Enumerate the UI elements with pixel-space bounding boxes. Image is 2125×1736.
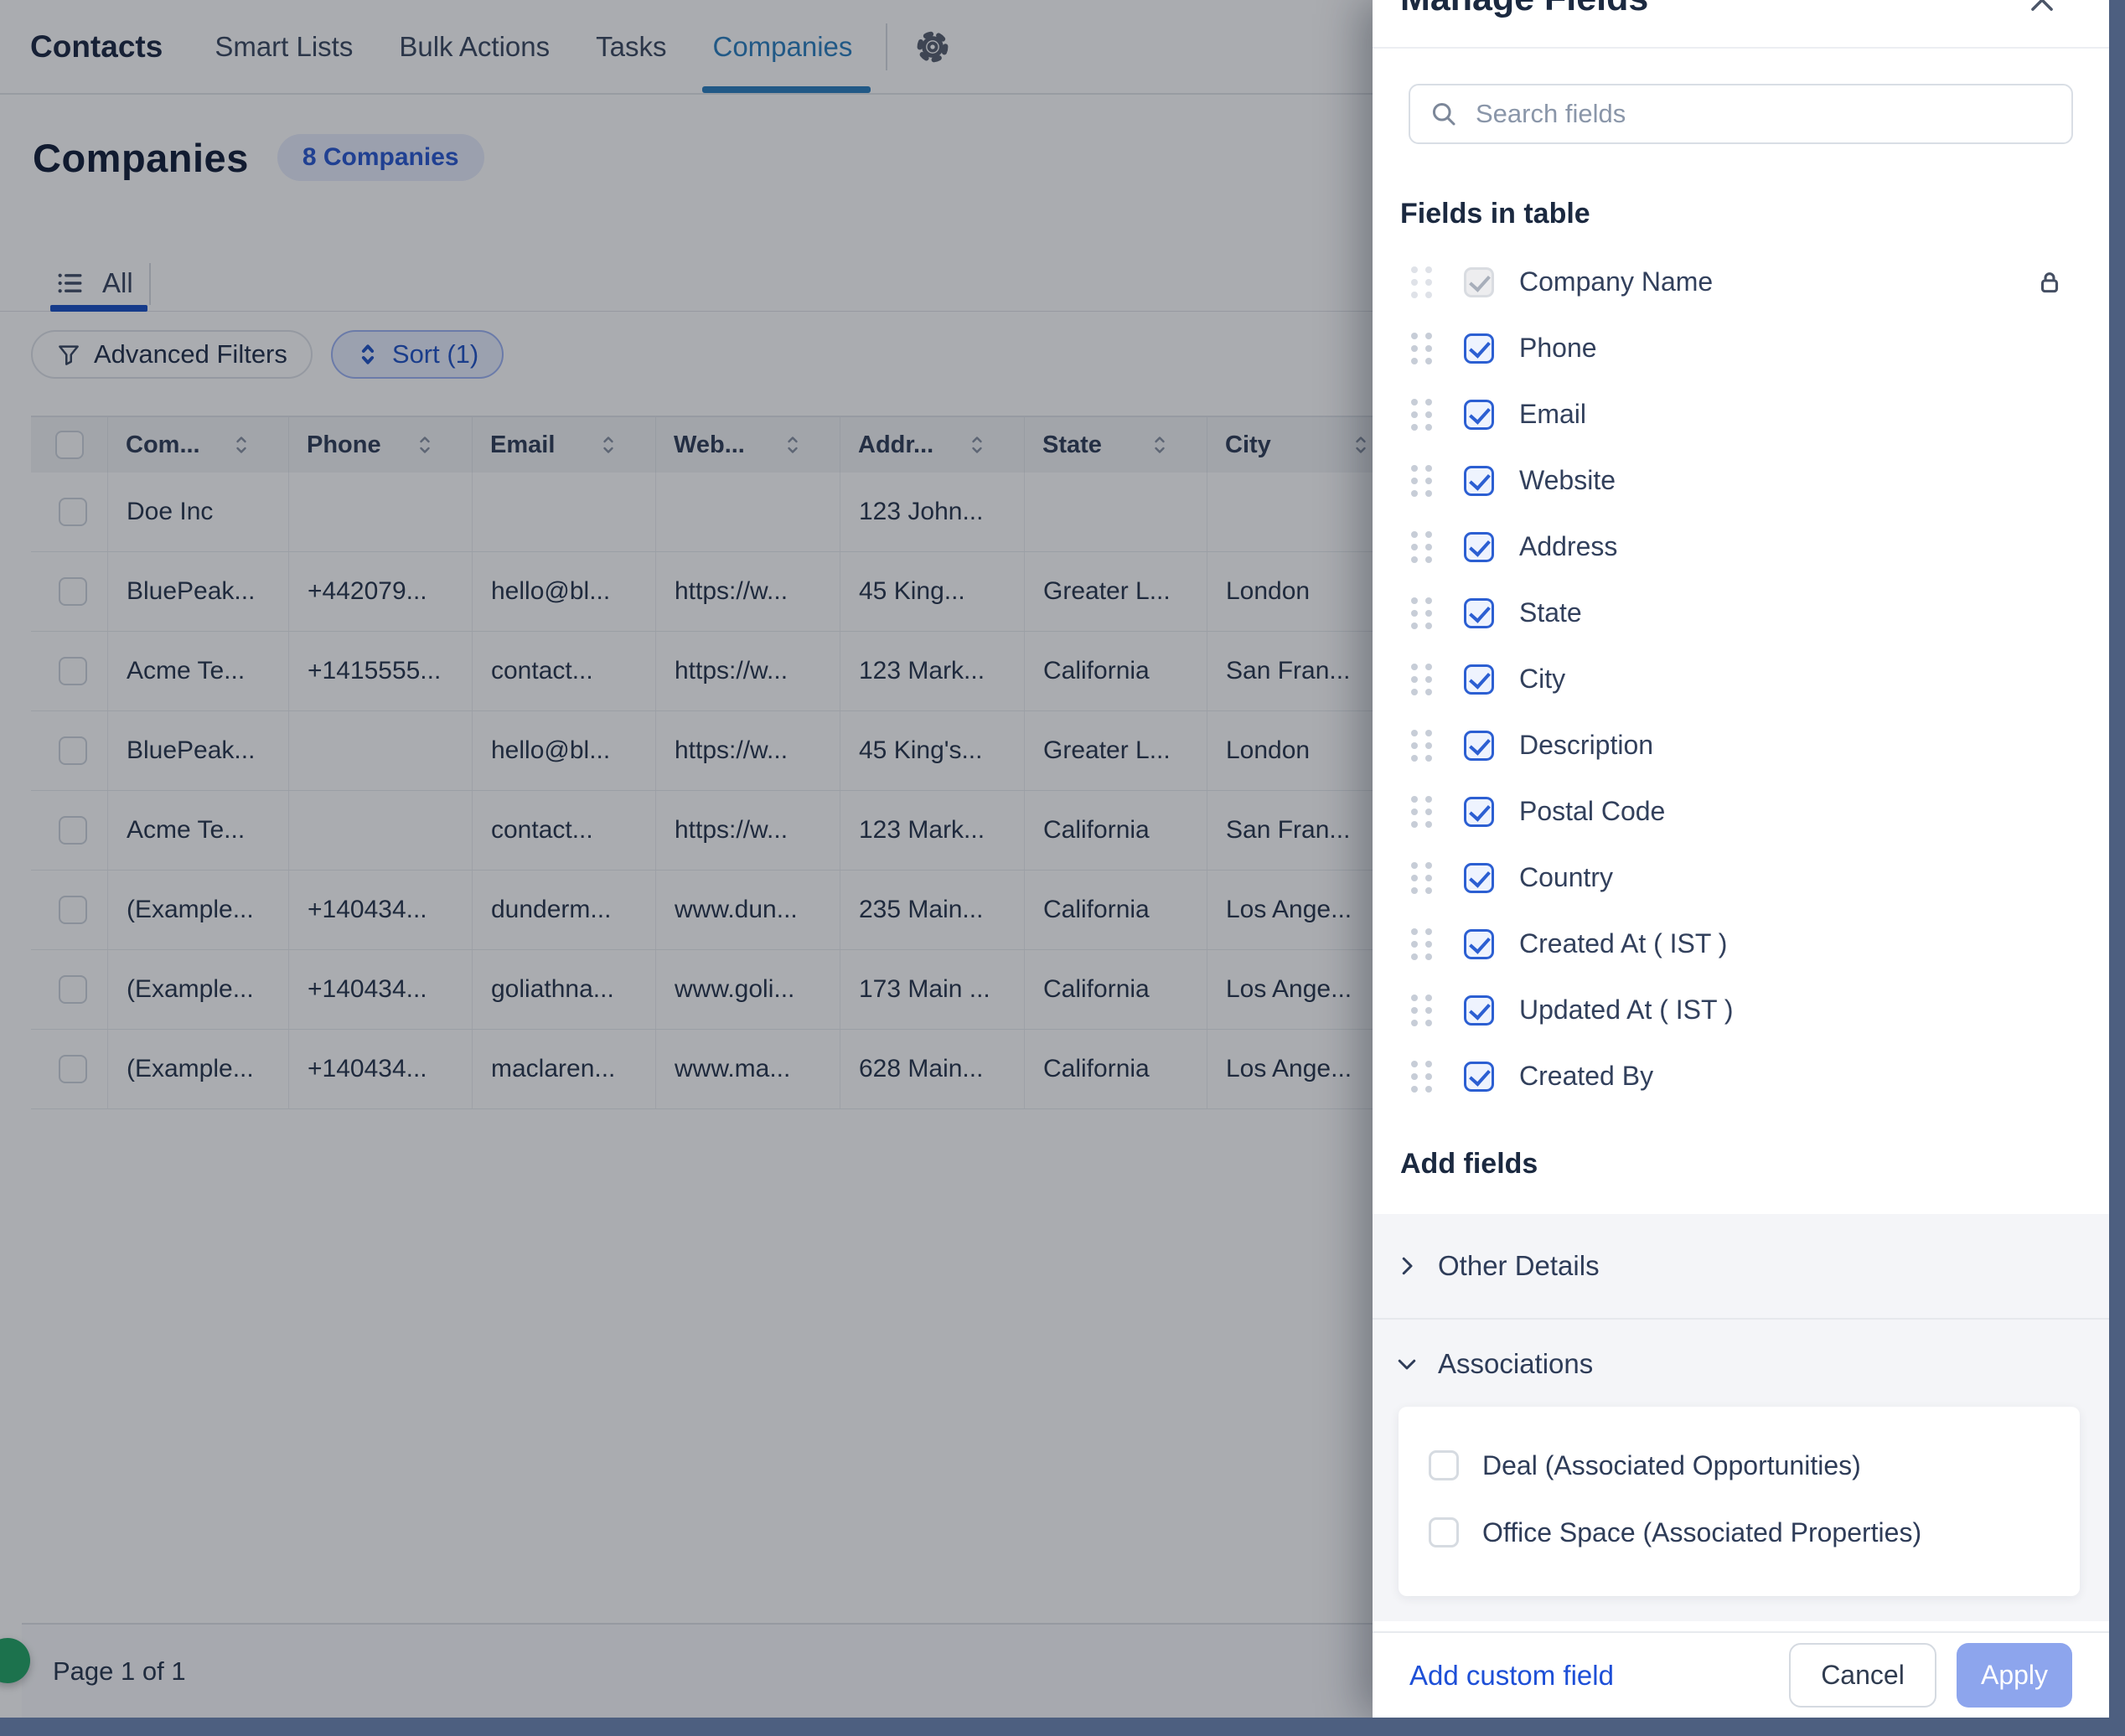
drag-handle-icon[interactable]: [1411, 928, 1432, 960]
field-checkbox[interactable]: [1464, 598, 1494, 628]
field-checkbox[interactable]: [1464, 863, 1494, 893]
lock-icon: [2035, 268, 2064, 297]
manage-fields-panel: Manage Fields Fields in table Compan: [1373, 0, 2109, 1718]
vertical-scrollbar[interactable]: [2109, 0, 2125, 1736]
search-icon: [1429, 99, 1459, 129]
field-label: Updated At ( IST ): [1519, 995, 1734, 1026]
field-checkbox[interactable]: [1464, 995, 1494, 1026]
group-other-details-label: Other Details: [1438, 1250, 1600, 1282]
field-label: Country: [1519, 862, 1613, 893]
apply-button[interactable]: Apply: [1957, 1643, 2072, 1708]
field-row: Updated At ( IST ): [1373, 977, 2109, 1043]
association-checkbox[interactable]: [1429, 1517, 1459, 1547]
drag-handle-icon[interactable]: [1411, 266, 1432, 298]
field-label: Created By: [1519, 1061, 1653, 1092]
panel-header: Manage Fields: [1373, 0, 2109, 49]
add-custom-field-link[interactable]: Add custom field: [1409, 1660, 1614, 1692]
field-label: Postal Code: [1519, 796, 1665, 827]
drag-handle-icon[interactable]: [1411, 1061, 1432, 1093]
association-label: Office Space (Associated Properties): [1482, 1517, 1921, 1548]
field-checkbox[interactable]: [1464, 664, 1494, 695]
add-fields-heading: Add fields: [1400, 1148, 2109, 1181]
fields-in-table-heading: Fields in table: [1400, 198, 2109, 230]
association-option: Deal (Associated Opportunities): [1399, 1432, 2080, 1499]
field-row: Email: [1373, 381, 2109, 447]
drag-handle-icon[interactable]: [1411, 796, 1432, 828]
association-option: Office Space (Associated Properties): [1399, 1499, 2080, 1566]
field-checkbox[interactable]: [1464, 731, 1494, 761]
drag-handle-icon[interactable]: [1411, 465, 1432, 497]
field-checkbox[interactable]: [1464, 1062, 1494, 1092]
drag-handle-icon[interactable]: [1411, 597, 1432, 629]
drag-handle-icon[interactable]: [1411, 862, 1432, 894]
group-associations[interactable]: Associations: [1373, 1320, 2109, 1400]
field-label: Address: [1519, 531, 1617, 562]
field-label: Created At ( IST ): [1519, 928, 1727, 959]
app-root: Contacts Smart Lists Bulk Actions Tasks …: [0, 0, 2125, 1736]
group-associations-section: Associations Deal (Associated Opportunit…: [1373, 1320, 2109, 1621]
chevron-down-icon: [1394, 1351, 1419, 1377]
association-label: Deal (Associated Opportunities): [1482, 1450, 1861, 1481]
field-checkbox[interactable]: [1464, 267, 1494, 297]
group-associations-label: Associations: [1438, 1348, 1593, 1380]
fields-list: Company Name Phone: [1373, 249, 2109, 1109]
field-checkbox[interactable]: [1464, 532, 1494, 562]
drag-handle-icon[interactable]: [1411, 664, 1432, 695]
field-label: Company Name: [1519, 266, 1713, 297]
field-label: Email: [1519, 399, 1586, 430]
field-row: Website: [1373, 447, 2109, 514]
field-label: State: [1519, 597, 1582, 628]
drag-handle-icon[interactable]: [1411, 531, 1432, 563]
panel-title: Manage Fields: [1400, 0, 1648, 19]
field-row: Address: [1373, 514, 2109, 580]
field-search: [1409, 84, 2073, 144]
cancel-button[interactable]: Cancel: [1789, 1643, 1936, 1708]
field-label: Website: [1519, 465, 1616, 496]
search-fields-input[interactable]: [1476, 99, 2053, 129]
field-row: Created At ( IST ): [1373, 911, 2109, 977]
field-row: Description: [1373, 712, 2109, 778]
field-label: City: [1519, 664, 1565, 695]
group-other-details[interactable]: Other Details: [1373, 1214, 2109, 1318]
field-checkbox[interactable]: [1464, 929, 1494, 959]
field-row: City: [1373, 646, 2109, 712]
chevron-right-icon: [1394, 1253, 1419, 1279]
drag-handle-icon[interactable]: [1411, 730, 1432, 762]
horizontal-scrollbar[interactable]: [0, 1718, 2125, 1736]
field-row: Created By: [1373, 1043, 2109, 1109]
association-checkbox[interactable]: [1429, 1450, 1459, 1480]
field-checkbox[interactable]: [1464, 466, 1494, 496]
field-label: Phone: [1519, 333, 1597, 364]
field-row: Phone: [1373, 315, 2109, 381]
field-checkbox[interactable]: [1464, 333, 1494, 364]
drag-handle-icon[interactable]: [1411, 399, 1432, 431]
field-row: Country: [1373, 845, 2109, 911]
field-row: State: [1373, 580, 2109, 646]
associations-card: Deal (Associated Opportunities) Office S…: [1399, 1407, 2080, 1596]
add-fields-groups: Other Details Associations Dea: [1373, 1214, 2109, 1621]
close-icon[interactable]: [2024, 0, 2060, 18]
field-checkbox[interactable]: [1464, 797, 1494, 827]
field-row: Company Name: [1373, 249, 2109, 315]
panel-footer: Add custom field Cancel Apply: [1373, 1631, 2109, 1718]
drag-handle-icon[interactable]: [1411, 333, 1432, 364]
drag-handle-icon[interactable]: [1411, 995, 1432, 1026]
field-label: Description: [1519, 730, 1653, 761]
field-checkbox[interactable]: [1464, 400, 1494, 430]
field-row: Postal Code: [1373, 778, 2109, 845]
